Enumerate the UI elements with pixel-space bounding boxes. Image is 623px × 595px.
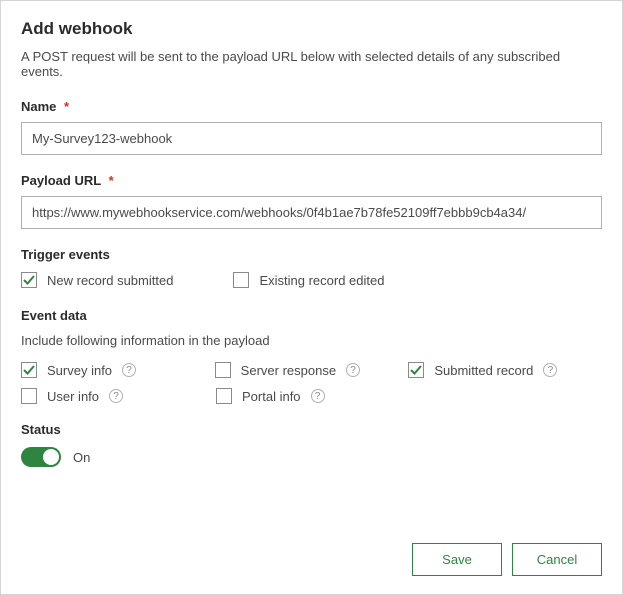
help-icon[interactable]: ? xyxy=(109,389,123,403)
event-data-header: Event data xyxy=(21,308,602,323)
submitted-record-option: Submitted record ? xyxy=(408,362,602,378)
payload-url-label: Payload URL * xyxy=(21,173,602,188)
portal-info-option: Portal info ? xyxy=(216,388,411,404)
event-data-row-1: Survey info ? Server response ? Submitte… xyxy=(21,362,602,378)
name-field-group: Name * xyxy=(21,99,602,155)
checkmark-icon xyxy=(23,274,35,286)
survey-info-label: Survey info xyxy=(47,363,112,378)
status-section: Status On xyxy=(21,422,602,467)
server-response-label: Server response xyxy=(241,363,336,378)
payload-url-field-group: Payload URL * xyxy=(21,173,602,229)
event-data-section: Event data Include following information… xyxy=(21,308,602,404)
trigger-events-section: Trigger events New record submitted Exis… xyxy=(21,247,602,288)
trigger-events-row: New record submitted Existing record edi… xyxy=(21,272,602,288)
checkmark-icon xyxy=(23,364,35,376)
new-record-checkbox[interactable] xyxy=(21,272,37,288)
status-header: Status xyxy=(21,422,602,437)
existing-record-option: Existing record edited xyxy=(233,272,384,288)
name-input[interactable] xyxy=(21,122,602,155)
name-label-text: Name xyxy=(21,99,56,114)
dialog-description: A POST request will be sent to the paylo… xyxy=(21,49,602,79)
checkmark-icon xyxy=(410,364,422,376)
event-data-row-2: User info ? Portal info ? xyxy=(21,388,602,404)
help-icon[interactable]: ? xyxy=(346,363,360,377)
help-icon[interactable]: ? xyxy=(543,363,557,377)
add-webhook-dialog: Add webhook A POST request will be sent … xyxy=(0,0,623,595)
help-icon[interactable]: ? xyxy=(311,389,325,403)
save-button[interactable]: Save xyxy=(412,543,502,576)
required-marker: * xyxy=(64,99,69,114)
payload-url-label-text: Payload URL xyxy=(21,173,101,188)
portal-info-checkbox[interactable] xyxy=(216,388,232,404)
survey-info-option: Survey info ? xyxy=(21,362,215,378)
submitted-record-checkbox[interactable] xyxy=(408,362,424,378)
status-toggle-row: On xyxy=(21,447,602,467)
portal-info-label: Portal info xyxy=(242,389,301,404)
required-marker: * xyxy=(109,173,114,188)
event-data-subtext: Include following information in the pay… xyxy=(21,333,602,348)
toggle-knob xyxy=(43,449,59,465)
new-record-option: New record submitted xyxy=(21,272,173,288)
user-info-option: User info ? xyxy=(21,388,216,404)
existing-record-checkbox[interactable] xyxy=(233,272,249,288)
new-record-label: New record submitted xyxy=(47,273,173,288)
status-label: On xyxy=(73,450,90,465)
status-toggle[interactable] xyxy=(21,447,61,467)
help-icon[interactable]: ? xyxy=(122,363,136,377)
name-label: Name * xyxy=(21,99,602,114)
server-response-checkbox[interactable] xyxy=(215,362,231,378)
cancel-button[interactable]: Cancel xyxy=(512,543,602,576)
survey-info-checkbox[interactable] xyxy=(21,362,37,378)
user-info-checkbox[interactable] xyxy=(21,388,37,404)
dialog-buttons: Save Cancel xyxy=(412,543,602,576)
user-info-label: User info xyxy=(47,389,99,404)
trigger-events-header: Trigger events xyxy=(21,247,602,262)
submitted-record-label: Submitted record xyxy=(434,363,533,378)
dialog-title: Add webhook xyxy=(21,19,602,39)
existing-record-label: Existing record edited xyxy=(259,273,384,288)
server-response-option: Server response ? xyxy=(215,362,409,378)
payload-url-input[interactable] xyxy=(21,196,602,229)
